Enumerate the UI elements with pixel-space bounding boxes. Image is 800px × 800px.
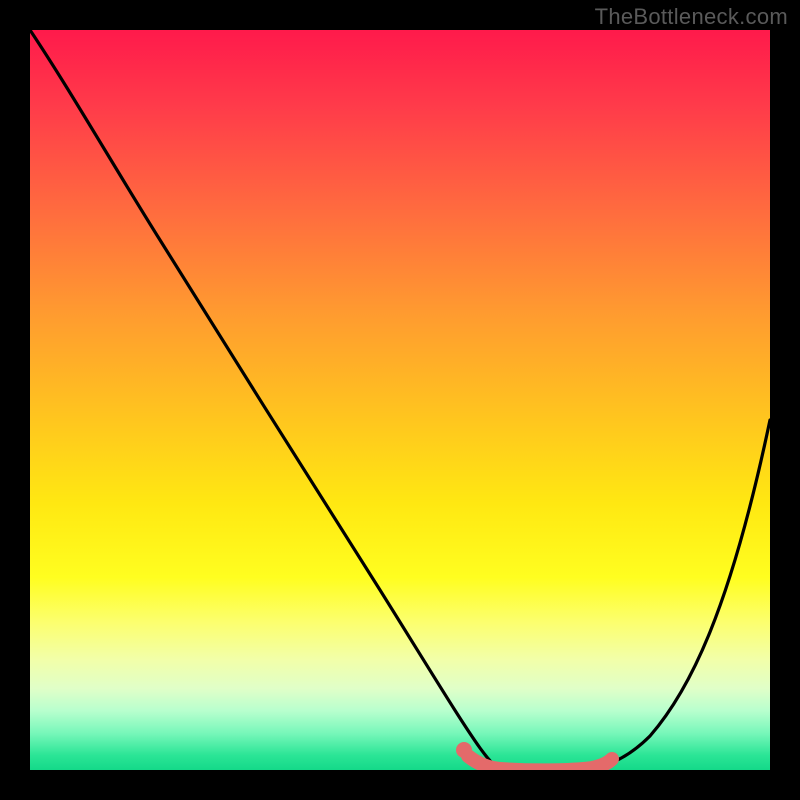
curve-right — [590, 420, 770, 768]
curve-left — [30, 30, 498, 768]
highlight-dot — [456, 742, 472, 758]
curve-layer — [30, 30, 770, 770]
watermark-text: TheBottleneck.com — [595, 4, 788, 30]
plot-area — [30, 30, 770, 770]
chart-frame: TheBottleneck.com — [0, 0, 800, 800]
